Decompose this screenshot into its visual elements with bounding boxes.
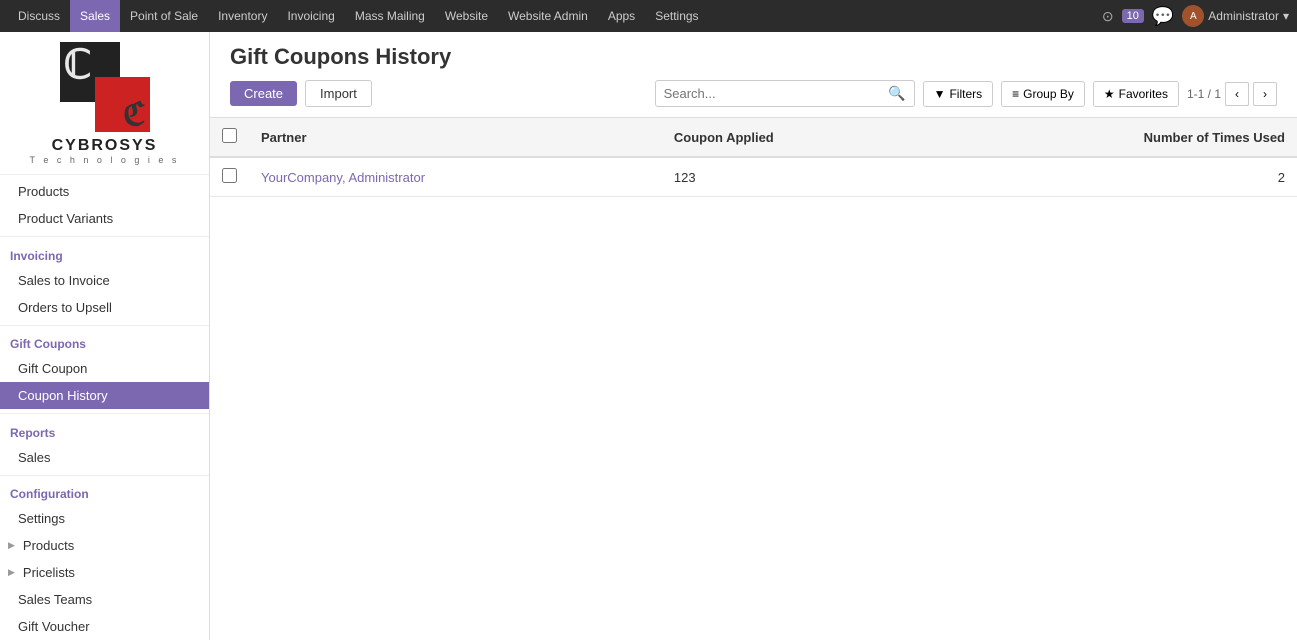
- logo-letter-c-white: ℂ: [64, 45, 92, 85]
- brand-sub: T e c h n o l o g i e s: [30, 155, 180, 165]
- nav-sales[interactable]: Sales: [70, 0, 120, 32]
- brand-name: CYBROSYS: [52, 137, 158, 155]
- sidebar-item-product-variants[interactable]: Product Variants: [0, 205, 209, 232]
- nav-mass-mailing[interactable]: Mass Mailing: [345, 0, 435, 32]
- sidebar-item-coupon-history[interactable]: Coupon History: [0, 382, 209, 409]
- top-navigation: Discuss Sales Point of Sale Inventory In…: [0, 0, 1297, 32]
- sidebar-item-config-products[interactable]: Products: [0, 532, 209, 559]
- sidebar-item-config-gift-voucher[interactable]: Gift Voucher: [0, 613, 209, 640]
- import-button[interactable]: Import: [305, 80, 372, 107]
- nav-apps[interactable]: Apps: [598, 0, 645, 32]
- nav-invoicing[interactable]: Invoicing: [277, 0, 344, 32]
- sidebar-item-orders-to-upsell[interactable]: Orders to Upsell: [0, 294, 209, 321]
- sidebar-item-config-settings[interactable]: Settings: [0, 505, 209, 532]
- favorites-button[interactable]: ★ Favorites: [1093, 81, 1179, 107]
- favorites-label: Favorites: [1119, 87, 1168, 101]
- nav-right: ⊙ 10 💬 A Administrator ▾: [1102, 5, 1289, 27]
- cell-times-used: 2: [934, 157, 1297, 197]
- toolbar-right: 🔍 ▼ Filters ≡ Group By ★ Favorites: [655, 80, 1277, 107]
- row-checkbox-cell: [210, 157, 249, 197]
- odoo-icon[interactable]: ⊙: [1102, 8, 1114, 25]
- admin-avatar: A: [1182, 5, 1204, 27]
- admin-label: Administrator: [1208, 9, 1279, 23]
- cell-coupon-applied: 123: [662, 157, 934, 197]
- admin-button[interactable]: A Administrator ▾: [1182, 5, 1289, 27]
- filters-button[interactable]: ▼ Filters: [923, 81, 994, 107]
- sidebar-item-reports-sales[interactable]: Sales: [0, 444, 209, 471]
- sidebar-item-config-sales-teams[interactable]: Sales Teams: [0, 586, 209, 613]
- content-area: Gift Coupons History Create Import 🔍 ▼ F…: [210, 32, 1297, 640]
- pagination-next[interactable]: ›: [1253, 82, 1277, 106]
- group-by-label: Group By: [1023, 87, 1074, 101]
- sidebar-item-sales-to-invoice[interactable]: Sales to Invoice: [0, 267, 209, 294]
- sidebar-logo-area: ℂ ℭ CYBROSYS T e c h n o l o g i e s: [0, 32, 209, 170]
- filter-icon: ▼: [934, 87, 946, 101]
- table-header-row: Partner Coupon Applied Number of Times U…: [210, 118, 1297, 157]
- sidebar: ℂ ℭ CYBROSYS T e c h n o l o g i e s Pro…: [0, 32, 210, 640]
- menu-icon: ≡: [1012, 87, 1019, 101]
- header-coupon-applied: Coupon Applied: [662, 118, 934, 157]
- sidebar-item-products[interactable]: Products: [0, 178, 209, 205]
- search-icon[interactable]: 🔍: [888, 85, 905, 102]
- nav-settings[interactable]: Settings: [645, 0, 708, 32]
- sidebar-logo: ℂ ℭ: [60, 42, 150, 132]
- notification-badge[interactable]: 10: [1122, 9, 1144, 23]
- sidebar-section-reports: Reports: [0, 418, 209, 444]
- sidebar-item-gift-coupon[interactable]: Gift Coupon: [0, 355, 209, 382]
- nav-items: Discuss Sales Point of Sale Inventory In…: [8, 0, 1102, 32]
- partner-link[interactable]: YourCompany, Administrator: [261, 170, 425, 185]
- search-box[interactable]: 🔍: [655, 80, 915, 107]
- main-layout: ℂ ℭ CYBROSYS T e c h n o l o g i e s Pro…: [0, 32, 1297, 640]
- table-row[interactable]: YourCompany, Administrator 123 2: [210, 157, 1297, 197]
- group-by-button[interactable]: ≡ Group By: [1001, 81, 1085, 107]
- sidebar-item-config-pricelists[interactable]: Pricelists: [0, 559, 209, 586]
- cell-partner: YourCompany, Administrator: [249, 157, 662, 197]
- nav-discuss[interactable]: Discuss: [8, 0, 70, 32]
- pagination-count: 1-1 / 1: [1187, 87, 1221, 101]
- logo-letter-c-dark: ℭ: [123, 98, 146, 130]
- admin-chevron-icon: ▾: [1283, 9, 1289, 23]
- nav-pos[interactable]: Point of Sale: [120, 0, 208, 32]
- page-title: Gift Coupons History: [230, 44, 1277, 70]
- sidebar-section-gift-coupons: Gift Coupons: [0, 329, 209, 355]
- sidebar-section-configuration: Configuration: [0, 479, 209, 505]
- create-button[interactable]: Create: [230, 81, 297, 106]
- select-all-checkbox[interactable]: [222, 128, 237, 143]
- table-container: Partner Coupon Applied Number of Times U…: [210, 118, 1297, 640]
- toolbar: Create Import 🔍 ▼ Filters ≡ Group By: [230, 80, 1277, 117]
- nav-website[interactable]: Website: [435, 0, 498, 32]
- chat-icon[interactable]: 💬: [1152, 6, 1174, 27]
- page-header: Gift Coupons History Create Import 🔍 ▼ F…: [210, 32, 1297, 118]
- nav-website-admin[interactable]: Website Admin: [498, 0, 598, 32]
- header-times-used: Number of Times Used: [934, 118, 1297, 157]
- row-checkbox[interactable]: [222, 168, 237, 183]
- pagination: 1-1 / 1 ‹ ›: [1187, 82, 1277, 106]
- nav-inventory[interactable]: Inventory: [208, 0, 277, 32]
- header-partner: Partner: [249, 118, 662, 157]
- header-checkbox-col: [210, 118, 249, 157]
- gift-coupons-table: Partner Coupon Applied Number of Times U…: [210, 118, 1297, 197]
- search-input[interactable]: [664, 86, 889, 101]
- sidebar-section-invoicing: Invoicing: [0, 241, 209, 267]
- star-icon: ★: [1104, 87, 1115, 101]
- filters-label: Filters: [949, 87, 982, 101]
- pagination-prev[interactable]: ‹: [1225, 82, 1249, 106]
